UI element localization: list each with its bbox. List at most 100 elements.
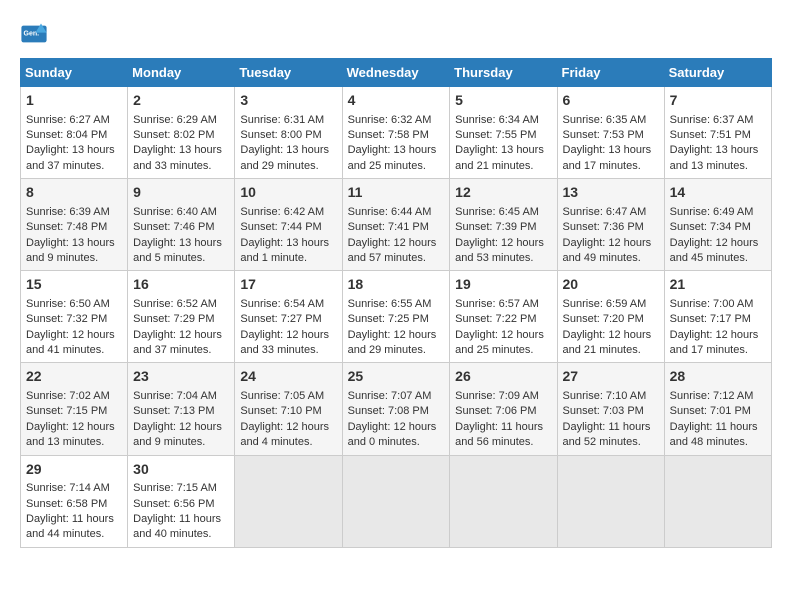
day-info-line: Sunrise: 6:50 AM: [26, 297, 122, 312]
calendar-cell: [664, 455, 771, 547]
calendar-cell: 12Sunrise: 6:45 AMSunset: 7:39 PMDayligh…: [450, 179, 557, 271]
day-info-line: Sunset: 7:39 PM: [455, 220, 551, 235]
day-number: 18: [348, 275, 445, 295]
day-info-line: and 1 minute.: [240, 251, 336, 266]
day-info-line: Sunset: 6:58 PM: [26, 497, 122, 512]
day-info-line: Sunset: 7:58 PM: [348, 128, 445, 143]
day-info-line: Sunrise: 6:55 AM: [348, 297, 445, 312]
day-info-line: Daylight: 12 hours: [240, 420, 336, 435]
day-info-line: Sunrise: 6:42 AM: [240, 205, 336, 220]
day-info-line: Daylight: 12 hours: [133, 328, 229, 343]
calendar-cell: 20Sunrise: 6:59 AMSunset: 7:20 PMDayligh…: [557, 271, 664, 363]
day-number: 2: [133, 91, 229, 111]
day-info-line: Sunrise: 6:35 AM: [563, 113, 659, 128]
day-info-line: and 29 minutes.: [348, 343, 445, 358]
day-info-line: Sunset: 7:55 PM: [455, 128, 551, 143]
calendar-cell: 23Sunrise: 7:04 AMSunset: 7:13 PMDayligh…: [128, 363, 235, 455]
calendar-cell: 28Sunrise: 7:12 AMSunset: 7:01 PMDayligh…: [664, 363, 771, 455]
day-info-line: Sunrise: 6:57 AM: [455, 297, 551, 312]
day-number: 15: [26, 275, 122, 295]
day-number: 3: [240, 91, 336, 111]
day-info-line: and 9 minutes.: [133, 435, 229, 450]
day-info-line: Daylight: 11 hours: [26, 512, 122, 527]
calendar-week-row: 1Sunrise: 6:27 AMSunset: 8:04 PMDaylight…: [21, 87, 772, 179]
day-number: 30: [133, 460, 229, 480]
day-info-line: and 37 minutes.: [26, 159, 122, 174]
day-info-line: Daylight: 12 hours: [240, 328, 336, 343]
day-info-line: Sunset: 7:29 PM: [133, 312, 229, 327]
day-info-line: Sunset: 8:04 PM: [26, 128, 122, 143]
day-info-line: Sunrise: 6:54 AM: [240, 297, 336, 312]
day-info-line: Daylight: 13 hours: [26, 236, 122, 251]
day-info-line: Sunrise: 6:59 AM: [563, 297, 659, 312]
header: Gen.: [20, 20, 772, 48]
day-number: 9: [133, 183, 229, 203]
day-number: 24: [240, 367, 336, 387]
day-info-line: Daylight: 13 hours: [240, 143, 336, 158]
day-info-line: and 9 minutes.: [26, 251, 122, 266]
day-info-line: Sunrise: 7:00 AM: [670, 297, 766, 312]
calendar-cell: 6Sunrise: 6:35 AMSunset: 7:53 PMDaylight…: [557, 87, 664, 179]
day-info-line: Daylight: 13 hours: [455, 143, 551, 158]
day-info-line: and 17 minutes.: [563, 159, 659, 174]
day-info-line: and 13 minutes.: [670, 159, 766, 174]
day-info-line: and 57 minutes.: [348, 251, 445, 266]
day-info-line: Sunset: 8:00 PM: [240, 128, 336, 143]
day-info-line: Sunset: 7:08 PM: [348, 404, 445, 419]
calendar-cell: 7Sunrise: 6:37 AMSunset: 7:51 PMDaylight…: [664, 87, 771, 179]
calendar-cell: 29Sunrise: 7:14 AMSunset: 6:58 PMDayligh…: [21, 455, 128, 547]
day-info-line: and 29 minutes.: [240, 159, 336, 174]
day-info-line: and 17 minutes.: [670, 343, 766, 358]
day-info-line: Daylight: 13 hours: [133, 236, 229, 251]
calendar-cell: [235, 455, 342, 547]
calendar-cell: 21Sunrise: 7:00 AMSunset: 7:17 PMDayligh…: [664, 271, 771, 363]
calendar-cell: [342, 455, 450, 547]
day-info-line: Daylight: 11 hours: [133, 512, 229, 527]
day-info-line: Sunrise: 6:52 AM: [133, 297, 229, 312]
day-info-line: Sunset: 7:44 PM: [240, 220, 336, 235]
day-info-line: Sunset: 7:25 PM: [348, 312, 445, 327]
day-number: 8: [26, 183, 122, 203]
calendar-table: SundayMondayTuesdayWednesdayThursdayFrid…: [20, 58, 772, 548]
day-info-line: and 45 minutes.: [670, 251, 766, 266]
day-number: 21: [670, 275, 766, 295]
day-info-line: Sunset: 7:36 PM: [563, 220, 659, 235]
day-info-line: Sunrise: 7:04 AM: [133, 389, 229, 404]
day-info-line: Sunrise: 7:09 AM: [455, 389, 551, 404]
day-info-line: Sunrise: 6:34 AM: [455, 113, 551, 128]
day-info-line: and 41 minutes.: [26, 343, 122, 358]
day-info-line: Daylight: 12 hours: [670, 236, 766, 251]
day-info-line: Daylight: 12 hours: [563, 328, 659, 343]
day-info-line: Daylight: 11 hours: [670, 420, 766, 435]
column-header-tuesday: Tuesday: [235, 59, 342, 87]
calendar-cell: 3Sunrise: 6:31 AMSunset: 8:00 PMDaylight…: [235, 87, 342, 179]
day-info-line: and 25 minutes.: [348, 159, 445, 174]
logo: Gen.: [20, 20, 52, 48]
day-info-line: Daylight: 12 hours: [26, 328, 122, 343]
day-number: 6: [563, 91, 659, 111]
column-header-friday: Friday: [557, 59, 664, 87]
column-header-monday: Monday: [128, 59, 235, 87]
calendar-cell: 24Sunrise: 7:05 AMSunset: 7:10 PMDayligh…: [235, 363, 342, 455]
calendar-cell: 9Sunrise: 6:40 AMSunset: 7:46 PMDaylight…: [128, 179, 235, 271]
day-number: 20: [563, 275, 659, 295]
day-info-line: Daylight: 12 hours: [348, 236, 445, 251]
day-number: 29: [26, 460, 122, 480]
calendar-week-row: 22Sunrise: 7:02 AMSunset: 7:15 PMDayligh…: [21, 363, 772, 455]
day-info-line: Sunrise: 6:49 AM: [670, 205, 766, 220]
day-info-line: Sunset: 7:03 PM: [563, 404, 659, 419]
day-info-line: and 37 minutes.: [133, 343, 229, 358]
day-number: 23: [133, 367, 229, 387]
day-number: 11: [348, 183, 445, 203]
day-info-line: and 49 minutes.: [563, 251, 659, 266]
calendar-week-row: 15Sunrise: 6:50 AMSunset: 7:32 PMDayligh…: [21, 271, 772, 363]
calendar-cell: 25Sunrise: 7:07 AMSunset: 7:08 PMDayligh…: [342, 363, 450, 455]
calendar-cell: 13Sunrise: 6:47 AMSunset: 7:36 PMDayligh…: [557, 179, 664, 271]
calendar-cell: 8Sunrise: 6:39 AMSunset: 7:48 PMDaylight…: [21, 179, 128, 271]
day-info-line: Sunrise: 7:15 AM: [133, 481, 229, 496]
calendar-cell: 26Sunrise: 7:09 AMSunset: 7:06 PMDayligh…: [450, 363, 557, 455]
day-info-line: Daylight: 12 hours: [455, 236, 551, 251]
day-info-line: Sunrise: 7:10 AM: [563, 389, 659, 404]
calendar-cell: 2Sunrise: 6:29 AMSunset: 8:02 PMDaylight…: [128, 87, 235, 179]
day-info-line: Daylight: 12 hours: [348, 420, 445, 435]
